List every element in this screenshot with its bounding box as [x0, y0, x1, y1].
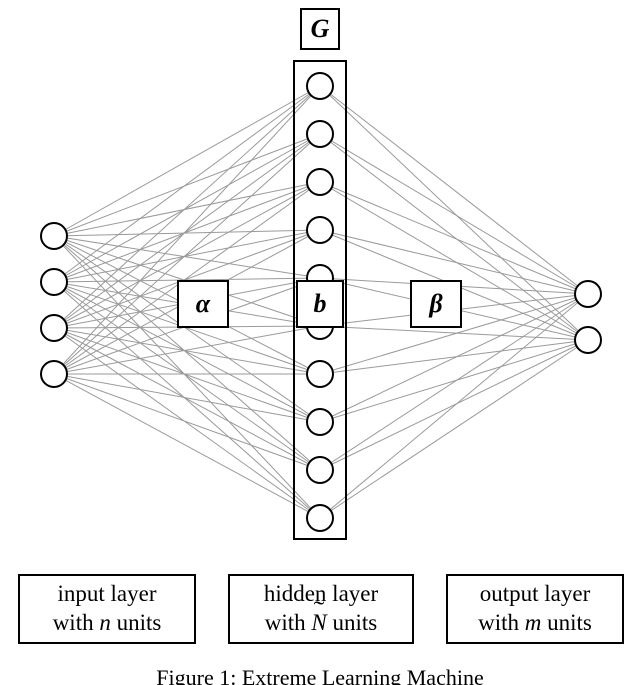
hidden-node — [306, 72, 334, 100]
alpha-box: α — [177, 280, 229, 328]
hidden-node — [306, 120, 334, 148]
output-var: m — [525, 610, 542, 635]
output-line1: output layer — [480, 581, 591, 606]
beta-box: β — [410, 280, 462, 328]
hidden-layer-description: hidden layer with N units — [228, 574, 414, 644]
figure-caption: Figure 1: Extreme Learning Machine — [0, 665, 640, 685]
activation-function-box: G — [300, 8, 340, 50]
output-node — [574, 280, 602, 308]
activation-function-label: G — [311, 14, 330, 44]
hidden-line2-suffix: units — [327, 610, 377, 635]
input-node — [40, 314, 68, 342]
input-node — [40, 360, 68, 388]
hidden-node — [306, 456, 334, 484]
output-node — [574, 326, 602, 354]
hidden-var: N — [311, 609, 326, 638]
input-layer-description: input layer with n units — [18, 574, 196, 644]
hidden-node — [306, 216, 334, 244]
input-line2-suffix: units — [111, 610, 161, 635]
hidden-node — [306, 168, 334, 196]
hidden-node — [306, 360, 334, 388]
output-layer-description: output layer with m units — [446, 574, 624, 644]
input-line2-prefix: with — [53, 610, 100, 635]
diagram-canvas: G α b β input layer with n units hidden … — [0, 0, 640, 685]
alpha-label: α — [196, 289, 210, 319]
bias-box: b — [296, 280, 344, 328]
output-line2-prefix: with — [478, 610, 525, 635]
bias-label: b — [314, 289, 327, 319]
output-line2-suffix: units — [541, 610, 591, 635]
input-node — [40, 268, 68, 296]
hidden-node — [306, 408, 334, 436]
hidden-node — [306, 504, 334, 532]
input-node — [40, 222, 68, 250]
input-line1: input layer — [58, 581, 157, 606]
input-var: n — [99, 610, 111, 635]
hidden-line2-prefix: with — [265, 610, 312, 635]
beta-label: β — [429, 289, 442, 319]
